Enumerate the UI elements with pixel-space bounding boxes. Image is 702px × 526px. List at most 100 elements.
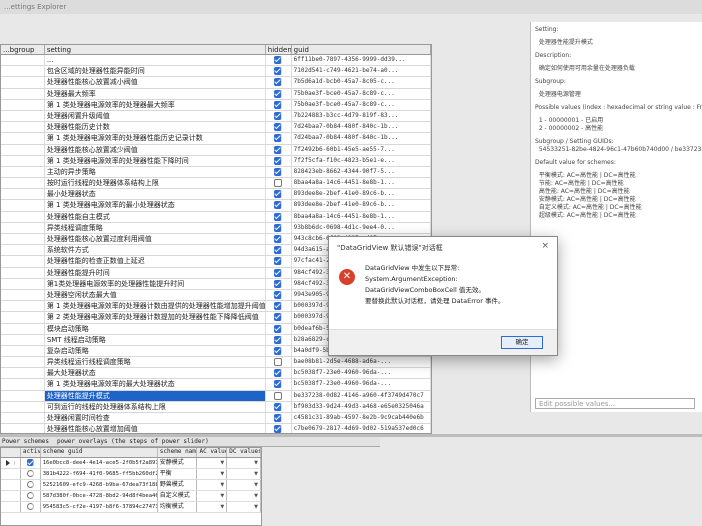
hidden-checkbox[interactable] <box>274 380 283 389</box>
table-row[interactable]: 最大处理器状态 bc5038f7-23e0-4960-96da-... <box>1 368 431 380</box>
subgroup-cell[interactable] <box>1 368 45 379</box>
hidden-checkbox[interactable] <box>274 324 283 333</box>
hidden-cell[interactable] <box>266 88 292 99</box>
row-selector[interactable] <box>1 502 21 512</box>
hidden-checkbox[interactable] <box>274 246 283 255</box>
scheme-row[interactable]: 587d380f-0bce-4728-8bd2-94d8f4bea465 自定义模… <box>1 491 261 502</box>
hidden-cell[interactable] <box>266 256 292 267</box>
guid-cell[interactable]: 7d24baa7-0b84-480f-840c-1b... <box>292 122 431 133</box>
subgroup-cell[interactable] <box>1 133 45 144</box>
setting-cell[interactable]: 按时运行线程的处理器体系结构上限 <box>45 178 266 189</box>
hidden-checkbox[interactable] <box>274 111 283 120</box>
subgroup-cell[interactable] <box>1 334 45 345</box>
chevron-down-icon[interactable]: ▼ <box>254 458 258 468</box>
subgroup-cell[interactable] <box>1 289 45 301</box>
subgroup-cell[interactable] <box>1 122 45 133</box>
ok-button[interactable]: 确定 <box>501 336 543 349</box>
dc-value-combo[interactable]: ▼ <box>227 502 261 512</box>
table-row[interactable]: 第 1 类处理器电源效率的最大处理器状态 bc5038f7-23e0-4960-9… <box>1 379 431 391</box>
table-row[interactable]: 处理器最大频率 75b0ae3f-bce0-45a7-8c89-c... <box>1 88 431 100</box>
active-radio[interactable] <box>26 503 34 510</box>
scheme-name-cell[interactable]: 平衡 <box>158 469 198 479</box>
edit-possible-values-input[interactable]: Edit possible values... <box>535 398 695 409</box>
scheme-guid-cell[interactable]: 381b4222-f694-41f0-9685-ff5bb260df2e <box>41 469 158 479</box>
scheme-name-cell[interactable]: 自定义模式 <box>158 491 198 501</box>
col-scheme-name[interactable]: scheme name <box>158 448 198 457</box>
subgroup-cell[interactable] <box>1 357 45 368</box>
active-cell[interactable] <box>21 480 41 490</box>
chevron-down-icon[interactable]: ▼ <box>220 458 224 468</box>
hidden-cell[interactable] <box>266 289 292 301</box>
setting-cell[interactable]: 第 2 类处理器电源效率的处理器计数提加的处理器性能下降降低阀值 <box>45 312 266 323</box>
col-active[interactable]: active <box>21 448 41 457</box>
hidden-checkbox[interactable] <box>274 167 283 176</box>
subgroup-cell[interactable] <box>1 413 45 424</box>
subgroup-cell[interactable] <box>1 234 45 245</box>
guid-cell[interactable]: bc5038f7-23e0-4960-96da-... <box>292 379 431 390</box>
hidden-checkbox[interactable] <box>274 56 283 64</box>
guid-cell[interactable]: 93b8b6dc-0698-4d1c-9ee4-0... <box>292 222 431 233</box>
hidden-checkbox[interactable] <box>274 402 283 411</box>
hidden-cell[interactable] <box>266 245 292 256</box>
setting-cell[interactable]: 处理器性能历史计数 <box>45 122 266 133</box>
hidden-cell[interactable] <box>266 368 292 379</box>
setting-cell[interactable]: 处理器性能的检查正数值上延迟 <box>45 256 266 267</box>
setting-cell[interactable]: 最大处理器状态 <box>45 368 266 379</box>
subgroup-cell[interactable] <box>1 189 45 200</box>
hidden-cell[interactable] <box>266 345 292 357</box>
table-row[interactable]: 最小处理器状态 893dee8e-2bef-41e0-89c6-b... <box>1 189 431 201</box>
hidden-cell[interactable] <box>266 334 292 345</box>
hidden-cell[interactable] <box>266 122 292 133</box>
guid-cell[interactable]: 7102d541-c749-4621-be74-a0... <box>292 66 431 77</box>
subgroup-cell[interactable] <box>1 390 45 401</box>
setting-cell[interactable]: SMT 线程启动策略 <box>45 334 266 345</box>
hidden-checkbox[interactable] <box>274 179 283 188</box>
table-row[interactable]: 按时运行线程的处理器体系结构上限 8baa4a8a-14c6-4451-8e8b-… <box>1 178 431 190</box>
chevron-down-icon[interactable]: ▼ <box>254 491 258 501</box>
guid-cell[interactable]: 8baa4a8a-14c6-4451-8e8b-1... <box>292 178 431 189</box>
setting-cell[interactable]: 第 1 类处理器电源效率的处理器最大频率 <box>45 99 266 110</box>
scheme-guid-cell[interactable]: 587d380f-0bce-4728-8bd2-94d8f4bea465 <box>41 491 158 501</box>
hidden-cell[interactable] <box>266 178 292 189</box>
hidden-cell[interactable] <box>266 379 292 390</box>
setting-cell[interactable]: 第 1 类处理器电源效率的处理器计数由提供的处理器性能增加提升阈值 <box>45 301 266 312</box>
hidden-checkbox[interactable] <box>274 279 283 288</box>
setting-cell[interactable]: 异类线程调度策略 <box>45 222 266 233</box>
chevron-down-icon[interactable]: ▼ <box>220 491 224 501</box>
chevron-down-icon[interactable]: ▼ <box>254 502 258 512</box>
table-row[interactable]: 处理器闲置时间检查 c4581c31-89ab-4597-8e2b-9c9cab4… <box>1 413 431 425</box>
active-radio[interactable] <box>26 481 34 488</box>
close-icon[interactable]: × <box>541 242 549 251</box>
hidden-cell[interactable] <box>266 200 292 211</box>
dc-value-combo[interactable]: ▼ <box>227 480 261 490</box>
table-row[interactable]: 处理器性能核心放置增加阈值 c7be0679-2817-4d69-9d02-519… <box>1 424 431 433</box>
setting-cell[interactable]: 处理器性能提升时间 <box>45 267 266 278</box>
subgroup-cell[interactable] <box>1 424 45 433</box>
table-row[interactable]: 处理器闲置升级阈值 7b224883-b3cc-4d79-819f-83... <box>1 110 431 123</box>
subgroup-cell[interactable] <box>1 66 45 77</box>
row-selector[interactable] <box>1 458 21 468</box>
setting-cell[interactable]: 最小处理器状态 <box>45 189 266 200</box>
subgroup-cell[interactable] <box>1 401 45 412</box>
scheme-name-cell[interactable]: 野兽模式 <box>158 480 198 490</box>
table-row[interactable]: 第 1 类处理器电源效率的处理器最大频率 75b0ae3f-bce0-45a7-8… <box>1 99 431 111</box>
guid-cell[interactable]: 7b5d6a1d-bcb0-45a7-8c05-c... <box>292 77 431 88</box>
hidden-checkbox[interactable] <box>274 369 283 378</box>
setting-cell[interactable]: 第 1 类处理器电源效率的处理器性能下降时间 <box>45 155 266 166</box>
table-row[interactable]: 包含区域的处理器性能异能时间 7102d541-c749-4621-be74-a0… <box>1 66 431 78</box>
setting-cell[interactable]: 可到运行的线程的处理器体系结构上限 <box>45 401 266 412</box>
hidden-checkbox[interactable] <box>274 123 283 132</box>
col-subgroup[interactable]: ...bgroup <box>1 45 45 54</box>
hidden-checkbox[interactable] <box>274 145 283 154</box>
hidden-checkbox[interactable] <box>274 313 283 322</box>
subgroup-cell[interactable] <box>1 77 45 88</box>
setting-cell[interactable]: 包含区域的处理器性能异能时间 <box>45 66 266 77</box>
hidden-checkbox[interactable] <box>274 391 283 400</box>
active-cell[interactable] <box>21 469 41 479</box>
col-ac-values[interactable]: AC values <box>197 448 228 457</box>
subgroup-cell[interactable] <box>1 110 45 122</box>
chevron-down-icon[interactable]: ▼ <box>220 469 224 479</box>
subgroup-cell[interactable] <box>1 267 45 278</box>
guid-cell[interactable]: c4581c31-89ab-4597-8e2b-9c9cab440e6b <box>292 413 431 424</box>
subgroup-cell[interactable] <box>1 178 45 189</box>
